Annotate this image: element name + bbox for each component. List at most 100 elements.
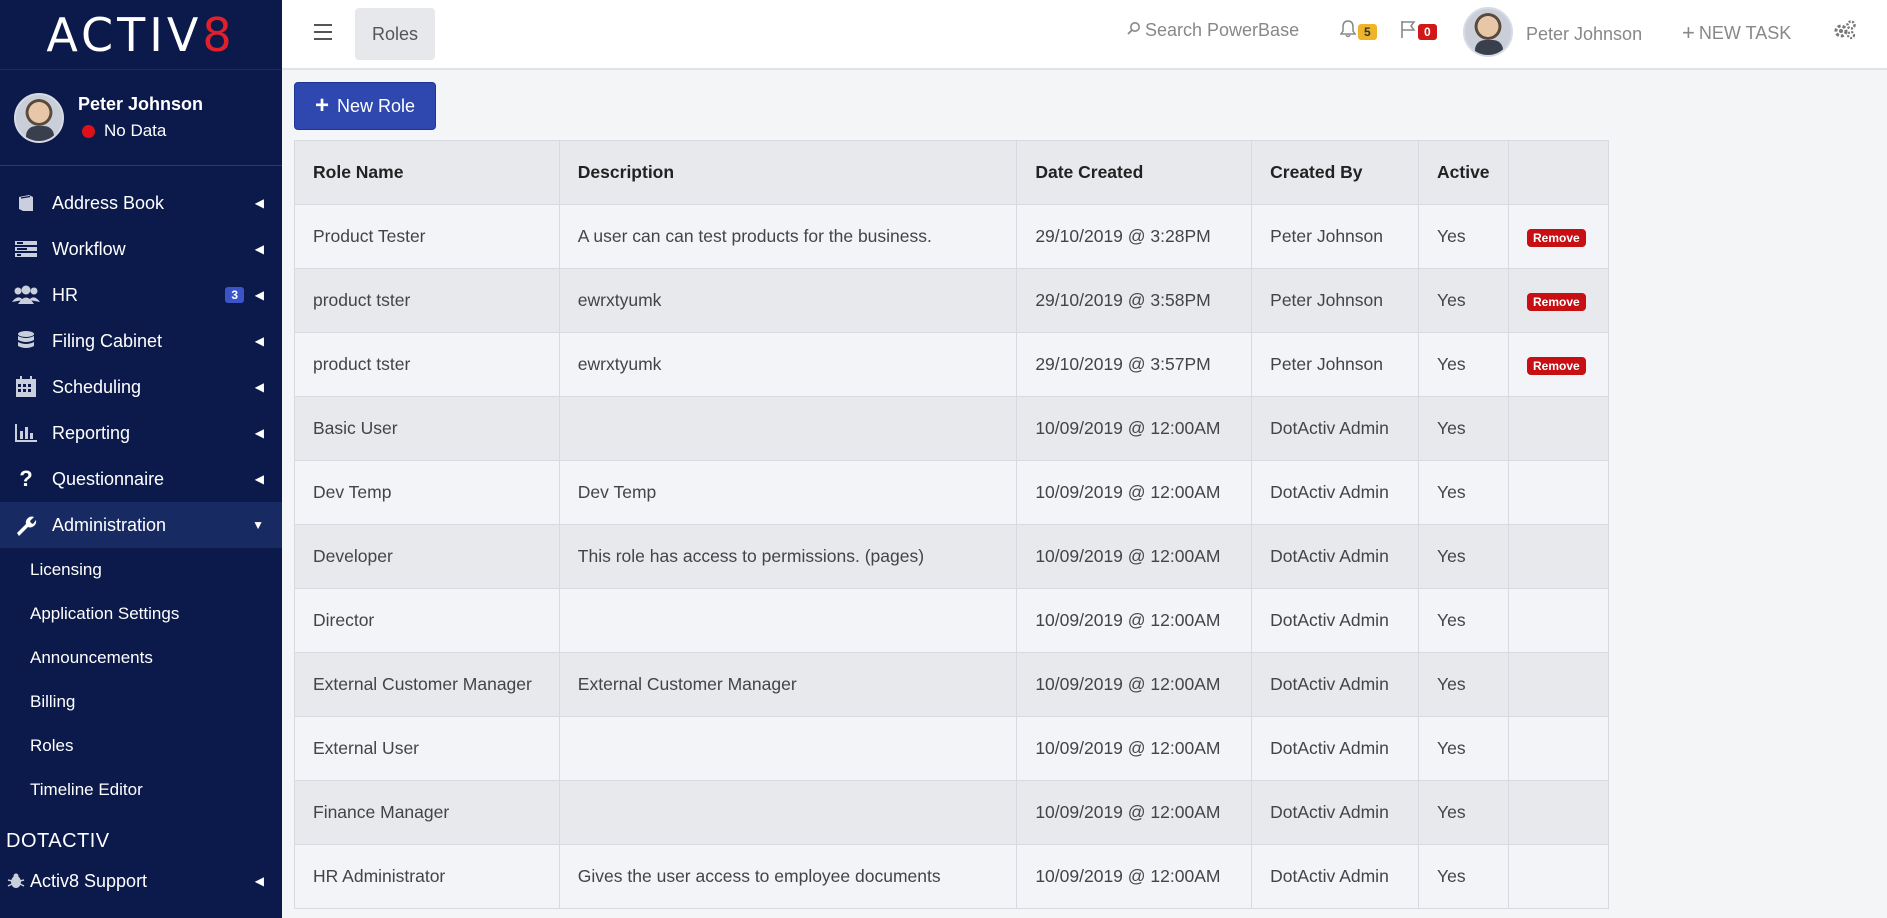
sidebar-item-scheduling[interactable]: Scheduling ◀ (0, 364, 282, 410)
plus-icon: + (315, 92, 330, 119)
question-icon: ? (19, 466, 33, 491)
sidebar-item-hr[interactable]: HR 3 ◀ (0, 272, 282, 318)
sidebar-item-label: Administration (52, 514, 167, 535)
cell-role-name: HR Administrator (294, 844, 560, 909)
sidebar-item-questionnaire[interactable]: ? Questionnaire ◀ (0, 456, 282, 502)
chevron-left-icon: ◀ (254, 288, 264, 302)
notifications-count-badge: 5 (1358, 23, 1377, 40)
table-row[interactable]: Product Tester A user can can test produ… (294, 204, 1610, 269)
sidebar-item-workflow[interactable]: Workflow ◀ (0, 226, 282, 272)
column-header-description[interactable]: Description (558, 140, 1018, 205)
column-header-actions (1507, 140, 1610, 205)
sidebar: ACTIV8 Peter Johnson No Data Address Boo… (0, 0, 282, 918)
cell-actions (1507, 780, 1610, 845)
cell-description: Dev Temp (558, 460, 1018, 525)
cell-role-name: Dev Temp (294, 460, 560, 525)
profile-status: No Data (78, 121, 203, 141)
roles-table: Role Name Description Date Created Creat… (294, 140, 1610, 909)
brand-text: ACTIV (46, 7, 203, 62)
table-row[interactable]: Finance Manager 10/09/2019 @ 12:00AM Dot… (294, 780, 1610, 845)
cell-created-by: DotActiv Admin (1251, 588, 1420, 653)
sidebar-item-reporting[interactable]: Reporting ◀ (0, 410, 282, 456)
sidebar-profile[interactable]: Peter Johnson No Data (0, 70, 282, 166)
table-row[interactable]: Developer This role has access to permis… (294, 524, 1610, 589)
chevron-left-icon: ◀ (254, 874, 264, 888)
table-row[interactable]: External User 10/09/2019 @ 12:00AM DotAc… (294, 716, 1610, 781)
bug-icon (6, 870, 26, 892)
table-row[interactable]: HR Administrator Gives the user access t… (294, 844, 1610, 909)
table-row[interactable]: Director 10/09/2019 @ 12:00AM DotActiv A… (294, 588, 1610, 653)
user-name[interactable]: Peter Johnson (1526, 24, 1642, 45)
cell-role-name: product tster (294, 268, 560, 333)
cell-created-by: DotActiv Admin (1251, 524, 1420, 589)
table-row[interactable]: Dev Temp Dev Temp 10/09/2019 @ 12:00AM D… (294, 460, 1610, 525)
table-row[interactable]: External Customer Manager External Custo… (294, 652, 1610, 717)
cell-description (558, 780, 1018, 845)
cell-active: Yes (1418, 396, 1509, 461)
sidebar-subitem-timeline-editor[interactable]: Timeline Editor (0, 768, 282, 812)
cell-active: Yes (1418, 780, 1509, 845)
sidebar-item-address-book[interactable]: Address Book ◀ (0, 180, 282, 226)
sidebar-item-label: Reporting (52, 422, 131, 443)
user-avatar[interactable] (1463, 7, 1513, 57)
cell-date-created: 10/09/2019 @ 12:00AM (1016, 780, 1253, 845)
cell-actions (1507, 460, 1610, 525)
chevron-left-icon: ◀ (254, 380, 264, 394)
cell-date-created: 10/09/2019 @ 12:00AM (1016, 460, 1253, 525)
status-dot-icon (82, 124, 95, 138)
notifications-button[interactable]: 5 (1339, 20, 1377, 43)
table-row[interactable]: product tster ewrxtyumk 29/10/2019 @ 3:5… (294, 268, 1610, 333)
cell-active: Yes (1418, 204, 1509, 269)
chevron-left-icon: ◀ (254, 334, 264, 348)
sidebar-item-filing-cabinet[interactable]: Filing Cabinet ◀ (0, 318, 282, 364)
cell-created-by: DotActiv Admin (1251, 844, 1420, 909)
hamburger-menu-icon[interactable] (314, 24, 332, 45)
profile-status-text: No Data (104, 121, 167, 140)
table-row[interactable]: Basic User 10/09/2019 @ 12:00AM DotActiv… (294, 396, 1610, 461)
chevron-left-icon: ◀ (254, 196, 264, 210)
column-header-role-name[interactable]: Role Name (294, 140, 560, 205)
sidebar-item-activ8-support[interactable]: Activ8 Support ◀ (0, 858, 282, 904)
cell-description: ewrxtyumk (558, 332, 1018, 397)
flags-button[interactable]: 0 (1400, 20, 1437, 43)
cell-active: Yes (1418, 460, 1509, 525)
search-input[interactable]: Search PowerBase (1127, 20, 1299, 41)
workflow-icon (12, 238, 40, 260)
column-header-date-created[interactable]: Date Created (1016, 140, 1253, 205)
chevron-down-icon: ▼ (252, 518, 264, 532)
sidebar-section-title: DOTACTIV (6, 829, 110, 852)
sidebar-subitem-billing[interactable]: Billing (0, 680, 282, 724)
remove-button[interactable]: Remove (1526, 357, 1586, 375)
remove-button[interactable]: Remove (1526, 229, 1586, 247)
sidebar-item-administration[interactable]: Administration ▼ (0, 502, 282, 548)
column-header-active[interactable]: Active (1418, 140, 1509, 205)
flag-icon (1400, 20, 1416, 43)
cell-actions: Remove (1507, 204, 1610, 269)
settings-cogs-icon[interactable] (1833, 20, 1857, 46)
new-role-button[interactable]: + New Role (294, 82, 437, 130)
new-task-button[interactable]: + NEW TASK (1682, 20, 1791, 46)
page-title: Roles (355, 8, 435, 60)
cell-active: Yes (1418, 652, 1509, 717)
sidebar-subitem-roles[interactable]: Roles (0, 724, 282, 768)
cell-role-name: Product Tester (294, 204, 560, 269)
sidebar-item-label: Address Book (52, 192, 165, 213)
chevron-left-icon: ◀ (254, 242, 264, 256)
sidebar-subitem-licensing[interactable]: Licensing (0, 548, 282, 592)
cell-active: Yes (1418, 588, 1509, 653)
administration-subnav: Licensing Application Settings Announcem… (0, 548, 282, 812)
column-header-created-by[interactable]: Created By (1251, 140, 1420, 205)
table-row[interactable]: product tster ewrxtyumk 29/10/2019 @ 3:5… (294, 332, 1610, 397)
avatar (14, 92, 64, 143)
cell-description: Gives the user access to employee docume… (558, 844, 1018, 909)
brand-suffix: 8 (202, 7, 236, 62)
cell-date-created: 10/09/2019 @ 12:00AM (1016, 524, 1253, 589)
sidebar-item-label: Workflow (52, 238, 126, 259)
remove-button[interactable]: Remove (1526, 293, 1586, 311)
sidebar-subitem-announcements[interactable]: Announcements (0, 636, 282, 680)
cell-actions (1507, 396, 1610, 461)
brand-logo[interactable]: ACTIV8 (0, 0, 282, 70)
cell-active: Yes (1418, 268, 1509, 333)
sidebar-subitem-application-settings[interactable]: Application Settings (0, 592, 282, 636)
cell-created-by: Peter Johnson (1251, 268, 1420, 333)
